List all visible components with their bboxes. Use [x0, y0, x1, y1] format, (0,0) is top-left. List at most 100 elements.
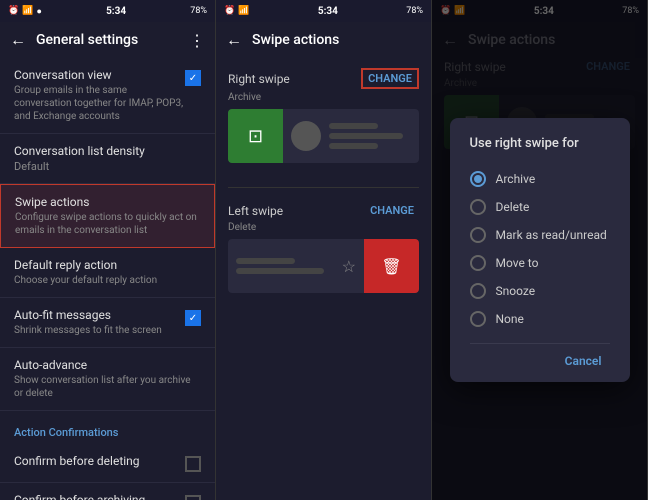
- swipe-actions-panel: ⏰ 📶 5:34 78% ← Swipe actions Right swipe…: [216, 0, 432, 500]
- swipe-actions-title-p2: Swipe actions: [252, 32, 421, 48]
- line-long-p2l: [236, 268, 324, 274]
- left-swipe-header: Left swipe CHANGE: [228, 202, 419, 219]
- line-short-p2l: [236, 258, 295, 264]
- dialog-option-mark-read[interactable]: Mark as read/unread: [470, 221, 610, 249]
- right-swipe-preview: ⊡: [228, 109, 419, 163]
- line-long-p2r: [329, 133, 403, 139]
- status-icons-left-p2: ⏰ 📶: [224, 6, 249, 16]
- status-icons-left: ⏰ 📶 ●: [8, 6, 42, 17]
- action-confirmations-header: Action Confirmations: [0, 411, 215, 444]
- more-menu-icon-p1[interactable]: ⋮: [189, 31, 205, 50]
- lines-mock-p2-right: [329, 123, 411, 149]
- swipe-actions-label: Swipe actions: [15, 195, 200, 209]
- autofit-label: Auto-fit messages: [14, 308, 185, 322]
- settings-item-swipe-actions[interactable]: Swipe actions Configure swipe actions to…: [0, 184, 215, 248]
- general-settings-panel: ⏰ 📶 ● 5:34 78% ← General settings ⋮ Conv…: [0, 0, 216, 500]
- archive-icon-p2: ⊡: [248, 126, 263, 147]
- left-swipe-red-bg: 🗑: [364, 239, 419, 293]
- settings-item-density[interactable]: Conversation list density Default: [0, 134, 215, 184]
- line-short2-p2r: [329, 143, 378, 149]
- autoadvance-desc: Show conversation list after you archive…: [14, 374, 201, 400]
- dialog-option-none-label: None: [496, 312, 524, 326]
- dialog-option-archive-label: Archive: [496, 172, 536, 186]
- left-swipe-action-label: Delete: [228, 222, 419, 233]
- dialog-option-mark-read-label: Mark as read/unread: [496, 228, 607, 242]
- swipe-actions-dialog-panel: ⏰ 📶 5:34 78% ← Swipe actions Right swipe…: [432, 0, 648, 500]
- action-confirmations-label: Action Confirmations: [14, 426, 118, 439]
- dialog-overlay[interactable]: Use right swipe for Archive Delete Mark …: [432, 0, 647, 500]
- dialog-cancel-button[interactable]: Cancel: [557, 350, 610, 372]
- back-button-p1[interactable]: ←: [10, 30, 26, 50]
- conversation-view-desc: Group emails in the same conversation to…: [14, 84, 185, 123]
- radio-mark-read[interactable]: [470, 227, 486, 243]
- settings-item-autoadvance[interactable]: Auto-advance Show conversation list afte…: [0, 348, 215, 411]
- wifi-icon: 📶: [22, 6, 33, 16]
- radio-delete[interactable]: [470, 199, 486, 215]
- left-swipe-preview-content: ☆: [228, 251, 364, 282]
- settings-item-autofit[interactable]: Auto-fit messages Shrink messages to fit…: [0, 298, 215, 348]
- dialog-footer: Cancel: [470, 343, 610, 372]
- dialog-title: Use right swipe for: [470, 136, 610, 151]
- confirm-archive-checkbox[interactable]: [185, 495, 201, 500]
- line-short-p2r: [329, 123, 378, 129]
- dialog-option-move-to[interactable]: Move to: [470, 249, 610, 277]
- density-value: Default: [14, 160, 201, 173]
- general-settings-title: General settings: [36, 32, 179, 48]
- dialog-option-snooze[interactable]: Snooze: [470, 277, 610, 305]
- back-button-p2[interactable]: ←: [226, 30, 242, 50]
- right-swipe-green-bg: ⊡: [228, 109, 283, 163]
- radio-none[interactable]: [470, 311, 486, 327]
- dialog-option-delete[interactable]: Delete: [470, 193, 610, 221]
- settings-item-conversation-view[interactable]: Conversation view Group emails in the sa…: [0, 58, 215, 134]
- right-swipe-header: Right swipe CHANGE: [228, 68, 419, 89]
- settings-item-default-reply[interactable]: Default reply action Choose your default…: [0, 248, 215, 298]
- default-reply-desc: Choose your default reply action: [14, 274, 201, 287]
- confirm-delete-checkbox[interactable]: [185, 456, 201, 472]
- general-settings-topbar: ← General settings ⋮: [0, 22, 215, 58]
- swipe-actions-topbar: ← Swipe actions: [216, 22, 431, 58]
- autofit-checkbox[interactable]: ✓: [185, 310, 201, 326]
- right-swipe-dialog: Use right swipe for Archive Delete Mark …: [450, 118, 630, 382]
- status-bar-panel2: ⏰ 📶 5:34 78%: [216, 0, 431, 22]
- dialog-option-archive[interactable]: Archive: [470, 165, 610, 193]
- lines-mock-p2-left: [236, 258, 334, 274]
- status-time-p1: 5:34: [106, 6, 126, 17]
- right-swipe-action-label: Archive: [228, 92, 419, 103]
- radio-move-to[interactable]: [470, 255, 486, 271]
- autoadvance-label: Auto-advance: [14, 358, 201, 372]
- settings-item-confirm-archive[interactable]: Confirm before archiving: [0, 483, 215, 500]
- avatar-p2-right: [291, 121, 321, 151]
- right-swipe-section: Right swipe CHANGE Archive ⊡: [216, 58, 431, 183]
- alarm-icon-p2: ⏰: [224, 6, 235, 16]
- status-right-p1: 78%: [190, 6, 207, 16]
- star-icon-p2: ☆: [342, 257, 356, 276]
- battery-p1: 78%: [190, 6, 207, 16]
- wifi-icon-p2: 📶: [238, 6, 249, 16]
- radio-snooze[interactable]: [470, 283, 486, 299]
- settings-item-confirm-delete[interactable]: Confirm before deleting: [0, 444, 215, 483]
- autofit-desc: Shrink messages to fit the screen: [14, 324, 185, 337]
- left-swipe-section: Left swipe CHANGE Delete ☆ 🗑: [216, 192, 431, 313]
- status-time-p2: 5:34: [318, 6, 338, 17]
- delete-icon-p2: 🗑: [381, 257, 401, 276]
- default-reply-label: Default reply action: [14, 258, 201, 272]
- alarm-icon: ⏰: [8, 6, 19, 16]
- right-swipe-change-button[interactable]: CHANGE: [361, 68, 419, 89]
- left-swipe-preview: ☆ 🗑: [228, 239, 419, 293]
- status-bar-panel1: ⏰ 📶 ● 5:34 78%: [0, 0, 215, 22]
- density-label: Conversation list density: [14, 144, 201, 158]
- signal-icon: ●: [36, 6, 41, 17]
- right-swipe-title: Right swipe: [228, 72, 290, 86]
- dialog-option-snooze-label: Snooze: [496, 284, 536, 298]
- status-right-p2: 78%: [406, 6, 423, 16]
- conversation-view-label: Conversation view: [14, 68, 185, 82]
- dialog-option-delete-label: Delete: [496, 200, 530, 214]
- dialog-option-none[interactable]: None: [470, 305, 610, 333]
- settings-list: Conversation view Group emails in the sa…: [0, 58, 215, 500]
- left-swipe-change-button[interactable]: CHANGE: [365, 202, 419, 219]
- conversation-view-checkbox[interactable]: ✓: [185, 70, 201, 86]
- left-swipe-title: Left swipe: [228, 204, 283, 218]
- confirm-delete-label: Confirm before deleting: [14, 454, 185, 468]
- radio-archive[interactable]: [470, 171, 486, 187]
- swipe-divider: [228, 187, 419, 188]
